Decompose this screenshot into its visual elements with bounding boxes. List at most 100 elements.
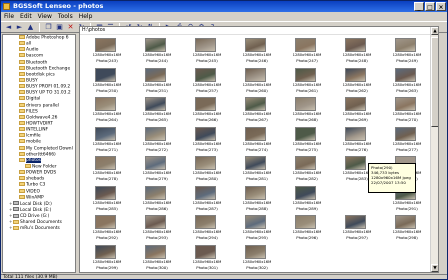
tree-node-label: New Folder bbox=[32, 164, 57, 170]
photo-thumbnail[interactable]: 1280x960x16M Photo(298) bbox=[382, 215, 432, 241]
photo-thumbnail[interactable]: 1280x960x16M Photo(246) bbox=[232, 38, 282, 64]
photo-thumbnail[interactable]: 1280x960x16M Photo(282) bbox=[282, 156, 332, 182]
photo-thumbnail[interactable]: 1280x960x16M Photo(275) bbox=[282, 126, 332, 153]
photo-thumbnail[interactable]: 1280x960x16M Photo(294) bbox=[182, 215, 232, 241]
menu-help[interactable]: Help bbox=[79, 12, 93, 21]
tree-node-label: BUSY PROFI 01.09.2 bbox=[26, 84, 71, 90]
photo-dimensions: 1280x960x16M bbox=[192, 259, 222, 264]
back-icon[interactable]: ◄ bbox=[4, 23, 13, 32]
folder-icon bbox=[19, 170, 25, 175]
close-button[interactable]: × bbox=[436, 2, 446, 11]
photo-thumbnail[interactable]: 1280x960x16M Photo(265) bbox=[132, 97, 182, 123]
photo-thumbnail[interactable]: 1280x960x16M Photo(302) bbox=[232, 244, 282, 271]
photo-thumbnail[interactable]: 1280x960x16M Photo(276) bbox=[332, 126, 382, 153]
menu-tools[interactable]: Tools bbox=[58, 12, 73, 21]
folder-icon bbox=[19, 77, 25, 82]
photo-thumbnail[interactable]: 1280x960x16M Photo(281) bbox=[232, 156, 282, 182]
menu-edit[interactable]: Edit bbox=[20, 12, 32, 21]
photo-thumbnail[interactable]: 1280x960x16M Photo(250) bbox=[82, 67, 132, 94]
photo-preview-image bbox=[395, 126, 416, 141]
app-icon bbox=[3, 3, 10, 10]
photo-thumbnail[interactable]: 1280x960x16M Photo(299) bbox=[82, 244, 132, 271]
photo-thumbnail[interactable]: 1280x960x16M Photo(249) bbox=[382, 38, 432, 64]
delete-icon[interactable]: ✕ bbox=[66, 23, 75, 32]
photo-thumbnail[interactable]: 1280x960x16M Photo(261) bbox=[282, 67, 332, 94]
menu-view[interactable]: View bbox=[38, 12, 52, 21]
photo-thumbnail[interactable]: 1280x960x16M Photo(296) bbox=[282, 215, 332, 241]
photo-thumbnail[interactable]: 1280x960x16M Photo(260) bbox=[232, 67, 282, 94]
photo-thumbnail[interactable]: 1280x960x16M Photo(295) bbox=[232, 215, 282, 241]
photo-preview-image bbox=[245, 67, 266, 82]
maximize-button[interactable]: □ bbox=[425, 2, 435, 11]
photo-dimensions: 1280x960x16M bbox=[92, 53, 122, 57]
scroll-down-arrow-icon[interactable]: ▼ bbox=[431, 264, 438, 272]
photo-thumbnail[interactable]: 1280x960x16M Photo(274) bbox=[232, 126, 282, 153]
folder-icon bbox=[13, 219, 19, 224]
photo-thumbnail[interactable]: 1280x960x16M Photo(289) bbox=[282, 185, 332, 212]
photo-thumbnail[interactable]: 1280x960x16M Photo(278) bbox=[82, 156, 132, 182]
tree-node-label: lcmfile bbox=[26, 133, 41, 139]
photo-thumbnail[interactable]: 1280x960x16M Photo(292) bbox=[82, 215, 132, 241]
photo-thumbnail[interactable]: 1280x960x16M Photo(293) bbox=[132, 215, 182, 241]
photo-thumbnail[interactable]: 1280x960x16M Photo(267) bbox=[232, 97, 282, 123]
photo-thumbnail[interactable]: 1280x960x16M Photo(288) bbox=[232, 185, 282, 212]
photo-thumbnail[interactable]: 1280x960x16M Photo(269) bbox=[332, 97, 382, 123]
photo-thumbnail[interactable]: 1280x960x16M Photo(301) bbox=[182, 244, 232, 271]
photo-filename: Photo(297) bbox=[346, 235, 368, 240]
photo-thumbnail[interactable]: 1280x960x16M Photo(268) bbox=[282, 97, 332, 123]
photo-thumbnail[interactable]: 1280x960x16M Photo(248) bbox=[332, 38, 382, 64]
photo-filename: Photo(243) bbox=[96, 58, 118, 63]
scroll-thumb[interactable] bbox=[431, 37, 438, 127]
photo-thumbnail[interactable]: 1280x960x16M Photo(262) bbox=[332, 67, 382, 94]
photo-thumbnail[interactable]: 1280x960x16M Photo(270) bbox=[382, 97, 432, 123]
photo-preview-image bbox=[345, 97, 366, 111]
tooltip-date: 22/07/2007 13:50 bbox=[371, 180, 406, 185]
up-folder-icon[interactable]: ▲ bbox=[26, 23, 35, 32]
photo-dimensions: 1280x960x16M bbox=[392, 141, 422, 146]
photo-filename: Photo(276) bbox=[346, 146, 368, 152]
photo-dimensions: 1280x960x16M bbox=[242, 259, 272, 264]
photo-filename: Photo(246) bbox=[246, 58, 268, 63]
vertical-scrollbar[interactable]: ▲ ▼ bbox=[430, 27, 438, 272]
paste-icon[interactable]: ▣ bbox=[55, 23, 64, 32]
photo-filename: Photo(250) bbox=[96, 87, 118, 93]
photo-thumbnail[interactable]: 1280x960x16M Photo(277) bbox=[382, 126, 432, 153]
folder-icon bbox=[19, 84, 25, 89]
photo-filename: Photo(248) bbox=[346, 58, 368, 63]
tree-node[interactable]: + mRu's Documents bbox=[3, 225, 75, 231]
copy-icon[interactable]: ❐ bbox=[44, 23, 53, 32]
tree-node-label: other(tt6466) bbox=[26, 152, 56, 158]
photo-thumbnail[interactable]: 1280x960x16M Photo(245) bbox=[182, 38, 232, 64]
photo-dimensions: 1280x960x16M bbox=[242, 200, 272, 205]
photo-thumbnail[interactable]: 1280x960x16M Photo(244) bbox=[132, 38, 182, 64]
photo-thumbnail[interactable]: 1280x960x16M Photo(263) bbox=[382, 67, 432, 94]
folder-tree[interactable]: Adobe Photoshop 6 all Audio bascom Bluetooth… bbox=[2, 34, 76, 273]
photo-thumbnail[interactable]: 1280x960x16M Photo(243) bbox=[82, 38, 132, 64]
forward-icon[interactable]: ► bbox=[15, 23, 24, 32]
scroll-up-arrow-icon[interactable]: ▲ bbox=[431, 27, 438, 35]
photo-thumbnail[interactable]: 1280x960x16M Photo(251) bbox=[132, 67, 182, 94]
photo-thumbnail[interactable]: 1280x960x16M Photo(300) bbox=[132, 244, 182, 271]
photo-filename: Photo(263) bbox=[396, 87, 418, 93]
photo-thumbnail[interactable]: 1280x960x16M Photo(271) bbox=[82, 126, 132, 153]
photo-thumbnail[interactable]: 1280x960x16M Photo(273) bbox=[182, 126, 232, 153]
photo-thumbnail[interactable]: 1280x960x16M Photo(287) bbox=[182, 185, 232, 212]
photo-thumbnail[interactable]: 1280x960x16M Photo(280) bbox=[182, 156, 232, 182]
photo-thumbnail[interactable]: 1280x960x16M Photo(264) bbox=[82, 97, 132, 123]
photo-dimensions: 1280x960x16M bbox=[142, 82, 172, 87]
photo-thumbnail[interactable]: 1280x960x16M Photo(279) bbox=[132, 156, 182, 182]
photo-preview-image bbox=[345, 67, 366, 82]
menu-file[interactable]: File bbox=[4, 12, 14, 21]
photo-thumbnail[interactable]: 1280x960x16M Photo(285) bbox=[82, 185, 132, 212]
photo-thumbnail[interactable]: 1280x960x16M Photo(272) bbox=[132, 126, 182, 153]
photo-filename: Photo(277) bbox=[396, 146, 418, 152]
minimize-button[interactable]: _ bbox=[414, 2, 424, 11]
photo-thumbnail[interactable]: 1280x960x16M Photo(266) bbox=[182, 97, 232, 123]
photo-thumbnail[interactable]: 1280x960x16M Photo(247) bbox=[282, 38, 332, 64]
tree-node-label: BUSY bbox=[26, 78, 38, 84]
title-bar[interactable]: BGSSoft Lenseo - photos _ □ × bbox=[1, 1, 447, 12]
photo-thumbnail[interactable]: 1280x960x16M Photo(257) bbox=[182, 67, 232, 94]
photo-thumbnail[interactable]: 1280x960x16M Photo(297) bbox=[332, 215, 382, 241]
photo-thumbnail[interactable]: 1280x960x16M Photo(286) bbox=[132, 185, 182, 212]
photo-preview-image bbox=[145, 185, 166, 200]
